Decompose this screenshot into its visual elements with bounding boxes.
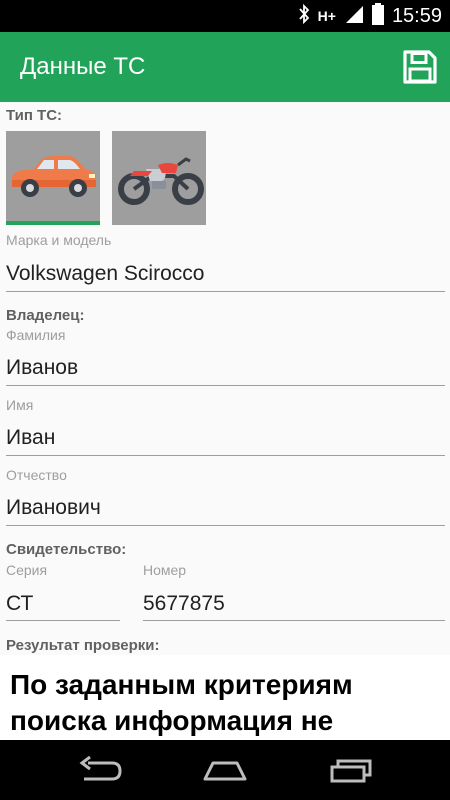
motorcycle-icon — [118, 157, 204, 205]
vehicle-type-label: Тип ТС: — [6, 107, 63, 124]
number-label: Номер — [143, 562, 187, 578]
patronymic-input[interactable]: Иванович — [6, 496, 101, 520]
floppy-disk-icon — [403, 50, 437, 84]
series-underline — [6, 620, 120, 621]
surname-underline — [6, 385, 445, 386]
patronymic-underline — [6, 525, 445, 526]
result-label: Результат проверки: — [6, 637, 160, 654]
recents-button[interactable] — [328, 755, 376, 785]
number-underline — [143, 620, 445, 621]
recents-icon — [330, 759, 372, 783]
signal-icon — [344, 4, 364, 29]
make-model-label: Марка и модель — [6, 232, 112, 248]
certificate-label: Свидетельство: — [6, 541, 127, 558]
name-underline — [6, 455, 445, 456]
number-input[interactable]: 5677875 — [143, 592, 225, 616]
navigation-bar — [0, 740, 450, 800]
result-panel: По заданным критериям поиска информация … — [0, 655, 450, 740]
save-button[interactable] — [402, 49, 438, 85]
home-icon — [203, 761, 247, 781]
name-input[interactable]: Иван — [6, 426, 55, 450]
page-title: Данные ТС — [20, 53, 146, 80]
surname-label: Фамилия — [6, 327, 66, 343]
patronymic-label: Отчество — [6, 467, 67, 483]
network-type: H+ — [317, 8, 336, 24]
vehicle-type-car[interactable] — [6, 131, 100, 225]
status-bar: H+ 15:59 — [0, 0, 450, 32]
owner-label: Владелец: — [6, 307, 85, 324]
clock: 15:59 — [391, 4, 442, 27]
back-button[interactable] — [76, 755, 124, 785]
series-label: Серия — [6, 562, 48, 578]
surname-input[interactable]: Иванов — [6, 356, 78, 380]
app-bar: Данные ТС — [0, 32, 450, 102]
result-text: По заданным критериям поиска информация … — [10, 669, 353, 736]
make-model-underline — [6, 291, 445, 292]
bluetooth-icon — [298, 3, 310, 29]
back-icon — [79, 755, 122, 781]
vehicle-form[interactable]: Тип ТС: Марка и модель Volkswagen Sciroc… — [0, 102, 450, 655]
make-model-input[interactable]: Volkswagen Scirocco — [6, 262, 204, 286]
vehicle-type-motorcycle[interactable] — [112, 131, 206, 225]
battery-icon — [371, 2, 384, 30]
status-icons: H+ 15:59 — [298, 0, 442, 32]
home-button[interactable] — [201, 755, 249, 785]
series-input[interactable]: СТ — [6, 592, 33, 616]
car-icon — [12, 156, 96, 197]
name-label: Имя — [6, 397, 34, 413]
